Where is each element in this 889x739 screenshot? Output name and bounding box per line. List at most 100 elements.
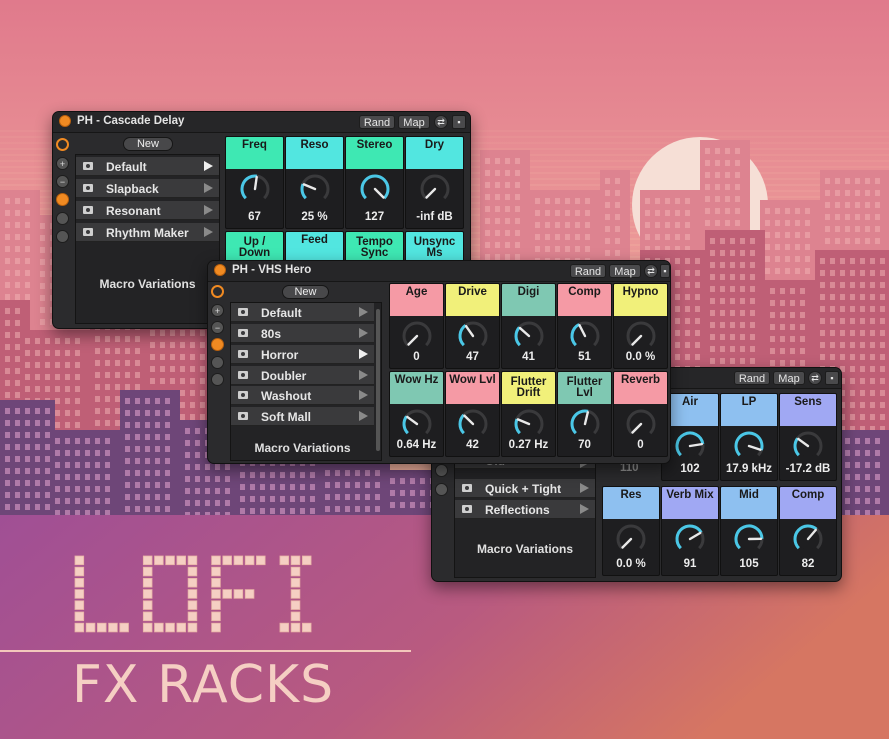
map-button[interactable]: Map (773, 371, 805, 385)
macro-freq[interactable]: Freq 67 (225, 136, 284, 229)
remove-icon[interactable]: − (211, 321, 224, 334)
macro-mid[interactable]: Mid 105 (720, 486, 778, 576)
device-power-icon[interactable] (214, 264, 226, 276)
variations-toggle-icon[interactable] (56, 193, 69, 206)
add-icon[interactable]: + (211, 304, 224, 317)
hot-swap-icon[interactable]: ⇄ (808, 371, 822, 385)
macro-knob[interactable] (457, 320, 489, 352)
macro-knob[interactable] (513, 408, 545, 440)
launch-variation-icon[interactable] (204, 183, 213, 193)
macro-knob[interactable] (513, 320, 545, 352)
macro-knob[interactable] (674, 523, 706, 555)
variation-row[interactable]: Slapback (76, 179, 219, 198)
macro-flutter-lvl[interactable]: Flutter Lvl 70 (557, 371, 612, 457)
camera-icon[interactable] (83, 162, 93, 170)
variation-row[interactable]: Doubler (231, 366, 374, 385)
macro-wow-lvl[interactable]: Wow Lvl 42 (445, 371, 500, 457)
camera-icon[interactable] (238, 329, 248, 337)
variation-row[interactable]: Quick + Tight (455, 479, 595, 498)
macro-knob[interactable] (569, 408, 601, 440)
macro-comp[interactable]: Comp 51 (557, 283, 612, 369)
remove-icon[interactable]: − (56, 175, 69, 188)
variation-row[interactable]: Resonant (76, 201, 219, 220)
panel-titlebar[interactable]: PH - VHS Hero Rand Map ⇄ ▪ (208, 261, 670, 282)
launch-variation-icon[interactable] (204, 227, 213, 237)
rand-button[interactable]: Rand (570, 264, 606, 278)
variations-toggle-icon[interactable] (211, 338, 224, 351)
macro-hypno[interactable]: Hypno 0.0 % (613, 283, 668, 369)
macro-knob[interactable] (625, 320, 657, 352)
device-power-icon[interactable] (59, 115, 71, 127)
macro-knob[interactable] (239, 173, 271, 205)
hot-swap-icon[interactable]: ⇄ (434, 115, 448, 129)
macro-knob[interactable] (674, 430, 706, 462)
macro-knob[interactable] (401, 320, 433, 352)
macro-knob[interactable] (401, 408, 433, 440)
rand-button[interactable]: Rand (359, 115, 395, 129)
launch-variation-icon[interactable] (359, 390, 368, 400)
list-toggle-icon[interactable] (211, 373, 224, 386)
new-variation-button[interactable]: New (123, 137, 173, 151)
variation-row[interactable]: Reflections (455, 500, 595, 519)
macro-drive[interactable]: Drive 47 (445, 283, 500, 369)
macro-comp[interactable]: Comp 82 (779, 486, 837, 576)
save-icon[interactable]: ▪ (452, 115, 466, 129)
chain-toggle-icon[interactable] (56, 212, 69, 225)
variation-row[interactable]: Default (231, 303, 374, 322)
panel-titlebar[interactable]: PH - Cascade Delay Rand Map ⇄ ▪ (53, 112, 470, 133)
add-icon[interactable]: + (56, 157, 69, 170)
variation-row[interactable]: Default (76, 157, 219, 176)
variation-row[interactable]: Horror (231, 345, 374, 364)
camera-icon[interactable] (238, 371, 248, 379)
camera-icon[interactable] (462, 484, 472, 492)
save-icon[interactable]: ▪ (825, 371, 839, 385)
camera-icon[interactable] (83, 228, 93, 236)
macro-knob[interactable] (569, 320, 601, 352)
macro-knob[interactable] (792, 523, 824, 555)
camera-icon[interactable] (238, 308, 248, 316)
variation-icon[interactable] (435, 464, 448, 477)
camera-icon[interactable] (83, 206, 93, 214)
rand-button[interactable]: Rand (734, 371, 770, 385)
macro-knob[interactable] (359, 173, 391, 205)
variation-row[interactable]: Rhythm Maker (76, 223, 219, 242)
macro-res[interactable]: Res 0.0 % (602, 486, 660, 576)
save-icon[interactable]: ▪ (660, 264, 670, 278)
macro-knob[interactable] (457, 408, 489, 440)
macro-knob[interactable] (419, 173, 451, 205)
variation-row[interactable]: Soft Mall (231, 407, 374, 426)
macro-flutter-drift[interactable]: Flutter Drift 0.27 Hz (501, 371, 556, 457)
camera-icon[interactable] (238, 391, 248, 399)
macro-reverb[interactable]: Reverb 0 (613, 371, 668, 457)
macro-knob[interactable] (792, 430, 824, 462)
map-button[interactable]: Map (609, 264, 641, 278)
camera-icon[interactable] (83, 184, 93, 192)
launch-variation-icon[interactable] (359, 370, 368, 380)
macro-knob[interactable] (615, 523, 647, 555)
launch-variation-icon[interactable] (580, 483, 589, 493)
launch-variation-icon[interactable] (359, 411, 368, 421)
chain-toggle-icon[interactable] (211, 356, 224, 369)
rack-icon[interactable] (211, 285, 224, 298)
variation-row[interactable]: 80s (231, 324, 374, 343)
camera-icon[interactable] (238, 350, 248, 358)
macro-wow-hz[interactable]: Wow Hz 0.64 Hz (389, 371, 444, 457)
map-button[interactable]: Map (398, 115, 430, 129)
macro-verb-mix[interactable]: Verb Mix 91 (661, 486, 719, 576)
macro-age[interactable]: Age 0 (389, 283, 444, 369)
macro-reso[interactable]: Reso 25 % (285, 136, 344, 229)
launch-variation-icon[interactable] (204, 205, 213, 215)
hot-swap-icon[interactable]: ⇄ (644, 264, 658, 278)
macro-lp[interactable]: LP 17.9 kHz (720, 393, 778, 481)
macro-stereo[interactable]: Stereo 127 (345, 136, 404, 229)
camera-icon[interactable] (462, 505, 472, 513)
macro-knob[interactable] (733, 430, 765, 462)
macro-digi[interactable]: Digi 41 (501, 283, 556, 369)
macro-dry[interactable]: Dry -inf dB (405, 136, 464, 229)
launch-variation-icon[interactable] (359, 349, 368, 359)
macro-sens[interactable]: Sens -17.2 dB (779, 393, 837, 481)
camera-icon[interactable] (238, 412, 248, 420)
list-toggle-icon[interactable] (56, 230, 69, 243)
macro-knob[interactable] (299, 173, 331, 205)
new-variation-button[interactable]: New (282, 285, 329, 299)
